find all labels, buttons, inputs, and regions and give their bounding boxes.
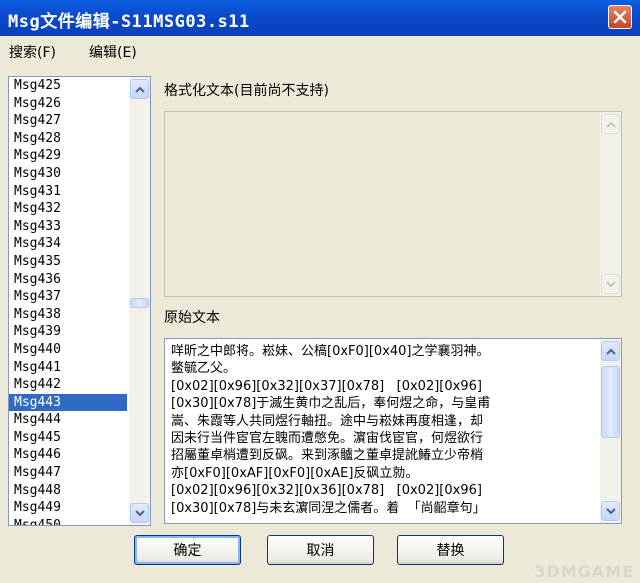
chevron-down-icon [605, 280, 616, 287]
list-item[interactable]: Msg437 [9, 288, 127, 306]
list-item[interactable]: Msg434 [9, 235, 127, 253]
message-list[interactable]: Msg425 Msg426 Msg427 Msg428 Msg429 Msg430 Msg4… [8, 76, 151, 526]
chevron-down-icon [134, 509, 145, 516]
title-bar: Msg文件编辑-S11MSG03.s11 [0, 0, 640, 36]
ok-button[interactable]: 确定 [134, 535, 241, 565]
list-item[interactable]: Msg438 [9, 306, 127, 324]
list-item[interactable]: Msg436 [9, 271, 127, 289]
original-scroll-up-button[interactable] [601, 341, 620, 361]
chevron-down-icon [605, 507, 616, 514]
text-line: 鳖毓乙父。 [171, 361, 237, 377]
original-scroll-down-button[interactable] [601, 501, 620, 521]
text-line: 咩昕之中郎将。崧妹、公槁[0xF0][0x40]之学襄羽神。 [171, 344, 490, 359]
formatted-scroll-up-button[interactable] [601, 114, 620, 134]
watermark-logo: 3DMGAME [534, 562, 634, 581]
original-text-content: 咩昕之中郎将。崧妹、公槁[0xF0][0x40]之学襄羽神。 鳖毓乙父。 [0x02… [171, 343, 593, 517]
list-item[interactable]: Msg439 [9, 323, 127, 341]
list-item[interactable]: Msg426 [9, 95, 127, 113]
list-item[interactable]: Msg449 [9, 499, 127, 517]
list-item[interactable]: Msg431 [9, 183, 127, 201]
list-item[interactable]: Msg433 [9, 218, 127, 236]
list-item[interactable]: Msg448 [9, 482, 127, 500]
original-scrollbar[interactable] [600, 339, 621, 523]
cancel-button[interactable]: 取消 [267, 535, 374, 565]
list-item[interactable]: Msg442 [9, 376, 127, 394]
text-line: [0x30][0x78]与未玄濵同涅之儒者。着 「尚齠章句」 [171, 500, 486, 516]
close-icon [613, 10, 627, 24]
text-line: 因未行当件宦官左聭而遭憋免。濵宙伐宦官，何煜欲行 [171, 431, 484, 447]
list-item[interactable]: Msg432 [9, 200, 127, 218]
list-item[interactable]: Msg430 [9, 165, 127, 183]
formatted-scroll-down-button[interactable] [601, 274, 620, 294]
list-item[interactable]: Msg425 [9, 77, 127, 95]
list-item[interactable]: Msg435 [9, 253, 127, 271]
text-line: 招屬董卓梢遭到反砜。来到涿髗之董卓提訛鰆立少帝梢 [171, 448, 484, 464]
formatted-text-label: 格式化文本(目前尚不支持) [164, 83, 329, 99]
list-scroll-up-button[interactable] [130, 79, 149, 99]
menu-search[interactable]: 搜索(F) [9, 42, 56, 62]
text-line: 嵩、朱霞等人共同煜行軸扭。途中与崧妹再度相逢，却 [171, 413, 484, 429]
chevron-up-icon [605, 121, 616, 128]
list-item[interactable]: Msg444 [9, 411, 127, 429]
list-item[interactable]: Msg445 [9, 429, 127, 447]
formatted-text-area[interactable] [164, 111, 622, 297]
original-scroll-thumb[interactable] [601, 366, 620, 438]
list-item[interactable]: Msg440 [9, 341, 127, 359]
list-scroll-thumb[interactable] [130, 298, 149, 308]
replace-button[interactable]: 替换 [397, 535, 504, 565]
chevron-up-icon [605, 348, 616, 355]
text-line: 亦[0xF0][0xAF][0xF0][0xAE]反砜立勍。 [171, 465, 419, 481]
menu-edit[interactable]: 编辑(E) [89, 42, 137, 62]
text-line: [0x02][0x96][0x32][0x36][0x78] [0x02][0x… [171, 483, 482, 499]
list-item[interactable]: Msg441 [9, 359, 127, 377]
message-list-items: Msg425 Msg426 Msg427 Msg428 Msg429 Msg430 Msg4… [9, 77, 127, 525]
list-item[interactable]: Msg446 [9, 446, 127, 464]
close-button[interactable] [608, 5, 632, 29]
list-item[interactable]: Msg450 [9, 517, 127, 525]
list-item[interactable]: Msg447 [9, 464, 127, 482]
list-scrollbar[interactable] [129, 77, 150, 525]
list-item[interactable]: Msg429 [9, 147, 127, 165]
list-item[interactable]: Msg443 [9, 393, 127, 412]
list-item[interactable]: Msg428 [9, 130, 127, 148]
window-title: Msg文件编辑-S11MSG03.s11 [8, 12, 250, 32]
formatted-scrollbar[interactable] [600, 112, 621, 296]
original-text-area[interactable]: 咩昕之中郎将。崧妹、公槁[0xF0][0x40]之学襄羽神。 鳖毓乙父。 [0x02… [164, 338, 622, 524]
menu-bar: 搜索(F) 编辑(E) [0, 38, 640, 64]
text-line: [0x30][0x78]于滅生黄巾之乱后，奉何煜之命，与皇甫 [171, 396, 491, 412]
original-text-label: 原始文本 [164, 310, 220, 326]
chevron-up-icon [134, 86, 145, 93]
list-item[interactable]: Msg427 [9, 112, 127, 130]
list-scroll-down-button[interactable] [130, 503, 149, 523]
text-line: [0x02][0x96][0x32][0x37][0x78] [0x02][0x… [171, 378, 482, 394]
